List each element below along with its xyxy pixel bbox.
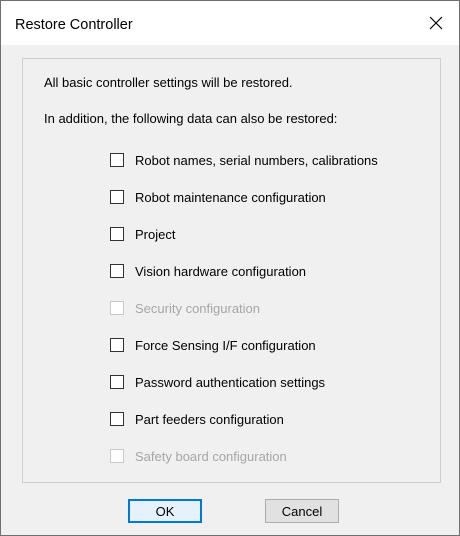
option-label: Vision hardware configuration bbox=[135, 263, 307, 279]
option-security: Security configuration bbox=[110, 299, 260, 317]
option-robot-names[interactable]: Robot names, serial numbers, calibration… bbox=[110, 151, 378, 169]
checkbox[interactable] bbox=[110, 338, 124, 352]
ok-button[interactable]: OK bbox=[128, 499, 202, 523]
checkbox[interactable] bbox=[110, 412, 124, 426]
option-label: Force Sensing I/F configuration bbox=[135, 337, 316, 353]
checkbox[interactable] bbox=[110, 190, 124, 204]
checkbox bbox=[110, 301, 124, 315]
option-project[interactable]: Project bbox=[110, 225, 175, 243]
option-password-auth[interactable]: Password authentication settings bbox=[110, 373, 325, 391]
checkbox[interactable] bbox=[110, 227, 124, 241]
option-force-sensing[interactable]: Force Sensing I/F configuration bbox=[110, 336, 316, 354]
checkbox bbox=[110, 449, 124, 463]
checkbox[interactable] bbox=[110, 153, 124, 167]
option-label: Robot maintenance configuration bbox=[135, 189, 326, 205]
cancel-button[interactable]: Cancel bbox=[265, 499, 339, 523]
option-label: Safety board configuration bbox=[135, 448, 287, 464]
title-bar[interactable]: Restore Controller bbox=[1, 1, 459, 45]
option-label: Project bbox=[135, 226, 176, 242]
option-label: Robot names, serial numbers, calibration… bbox=[135, 152, 378, 168]
option-robot-maintenance[interactable]: Robot maintenance configuration bbox=[110, 188, 326, 206]
options-group: All basic controller settings will be re… bbox=[22, 58, 441, 483]
info-text-basic: All basic controller settings will be re… bbox=[44, 75, 293, 90]
info-text-additional: In addition, the following data can also… bbox=[44, 111, 338, 126]
checkbox[interactable] bbox=[110, 264, 124, 278]
option-vision-hardware[interactable]: Vision hardware configuration bbox=[110, 262, 306, 280]
close-button[interactable] bbox=[413, 1, 459, 45]
option-label: Password authentication settings bbox=[135, 374, 326, 390]
dialog-title: Restore Controller bbox=[15, 17, 133, 33]
option-label: Security configuration bbox=[135, 300, 261, 316]
restore-controller-dialog: Restore Controller All basic controller … bbox=[0, 0, 460, 536]
dialog-body: All basic controller settings will be re… bbox=[1, 45, 459, 535]
option-label: Part feeders configuration bbox=[135, 411, 284, 427]
close-icon bbox=[429, 16, 443, 30]
checkbox[interactable] bbox=[110, 375, 124, 389]
option-part-feeders[interactable]: Part feeders configuration bbox=[110, 410, 284, 428]
option-safety-board: Safety board configuration bbox=[110, 447, 287, 465]
